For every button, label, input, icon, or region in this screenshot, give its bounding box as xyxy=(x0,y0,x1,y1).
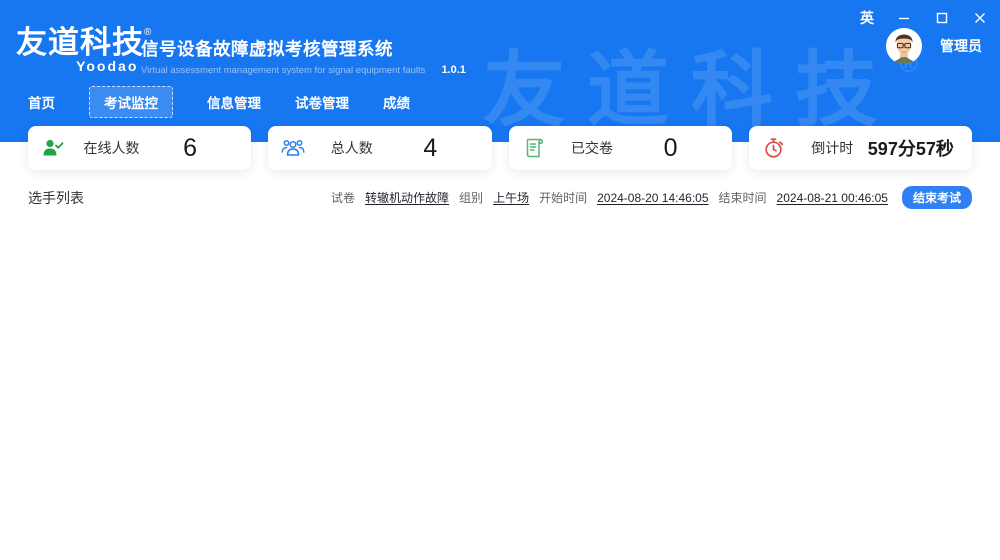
logo-chinese-text: 友道科技® xyxy=(16,26,152,60)
stat-value: 6 xyxy=(145,134,235,163)
stopwatch-icon xyxy=(749,137,799,159)
brand-watermark: 友道科技® xyxy=(483,50,918,132)
detail-value-end-time[interactable]: 2024-08-21 00:46:05 xyxy=(777,191,888,205)
exam-details: 试卷 转辙机动作故障 组别 上午场 开始时间 2024-08-20 14:46:… xyxy=(331,186,972,209)
user-role-label: 管理员 xyxy=(940,36,982,56)
close-icon xyxy=(974,12,986,24)
stat-card-total-count: 总人数 4 xyxy=(268,126,491,170)
minimize-button[interactable] xyxy=(892,8,916,28)
main-nav-tabs: 首页 考试监控 信息管理 试卷管理 成绩 xyxy=(28,86,410,118)
detail-value-paper[interactable]: 转辙机动作故障 xyxy=(365,189,449,206)
tab-info-management[interactable]: 信息管理 xyxy=(207,87,261,117)
watermark-text: 友道科技 xyxy=(483,45,899,136)
stat-card-countdown: 倒计时 597分57秒 xyxy=(749,126,972,170)
contestant-list-header: 选手列表 试卷 转辙机动作故障 组别 上午场 开始时间 2024-08-20 1… xyxy=(28,186,972,209)
system-title-block: 信号设备故障虚拟考核管理系统 Virtual assessment manage… xyxy=(141,36,466,76)
logo-latin-text: Yoodao xyxy=(16,58,152,74)
user-avatar[interactable] xyxy=(886,28,922,64)
minimize-icon xyxy=(898,12,910,24)
contestant-list-empty-area xyxy=(0,209,1000,549)
tab-paper-management[interactable]: 试卷管理 xyxy=(295,87,349,117)
detail-label-end-time: 结束时间 xyxy=(719,189,767,206)
titlebar: 英 xyxy=(856,6,992,30)
user-block: 管理员 xyxy=(886,28,982,64)
stat-label: 总人数 xyxy=(318,138,385,158)
detail-value-group[interactable]: 上午场 xyxy=(493,189,529,206)
tab-home[interactable]: 首页 xyxy=(28,87,55,117)
user-check-icon xyxy=(28,138,78,158)
stat-label: 已交卷 xyxy=(559,138,626,158)
document-icon xyxy=(509,137,559,159)
system-subtitle: Virtual assessment management system for… xyxy=(141,65,425,76)
tab-exam-monitoring[interactable]: 考试监控 xyxy=(89,86,173,118)
end-exam-button[interactable]: 结束考试 xyxy=(902,186,972,209)
stat-value: 0 xyxy=(625,134,715,163)
detail-label-start-time: 开始时间 xyxy=(539,189,587,206)
maximize-icon xyxy=(936,12,948,24)
stat-label: 倒计时 xyxy=(799,138,866,158)
version-label: 1.0.1 xyxy=(441,64,465,76)
avatar-cartoon-icon xyxy=(886,28,922,64)
users-group-icon xyxy=(268,138,318,158)
close-button[interactable] xyxy=(968,8,992,28)
stat-label: 在线人数 xyxy=(78,138,145,158)
contestant-list-title: 选手列表 xyxy=(28,188,84,208)
stats-row: 在线人数 6 总人数 4 xyxy=(28,126,972,170)
detail-value-start-time[interactable]: 2024-08-20 14:46:05 xyxy=(597,191,708,205)
stat-value: 4 xyxy=(385,134,475,163)
stat-card-online-count: 在线人数 6 xyxy=(28,126,251,170)
detail-label-group: 组别 xyxy=(459,189,483,206)
app-logo: 友道科技® Yoodao xyxy=(16,26,152,74)
app-header: 友道科技® 英 友道科技® Yoodao 信号设备故障虚拟考核管理系统 Virt… xyxy=(0,0,1000,142)
language-toggle-button[interactable]: 英 xyxy=(856,6,878,30)
stat-card-submitted-papers: 已交卷 0 xyxy=(509,126,732,170)
system-title: 信号设备故障虚拟考核管理系统 xyxy=(141,36,466,61)
stat-value: 597分57秒 xyxy=(866,135,956,161)
detail-label-paper: 试卷 xyxy=(331,189,355,206)
tab-scores[interactable]: 成绩 xyxy=(383,87,410,117)
maximize-button[interactable] xyxy=(930,8,954,28)
